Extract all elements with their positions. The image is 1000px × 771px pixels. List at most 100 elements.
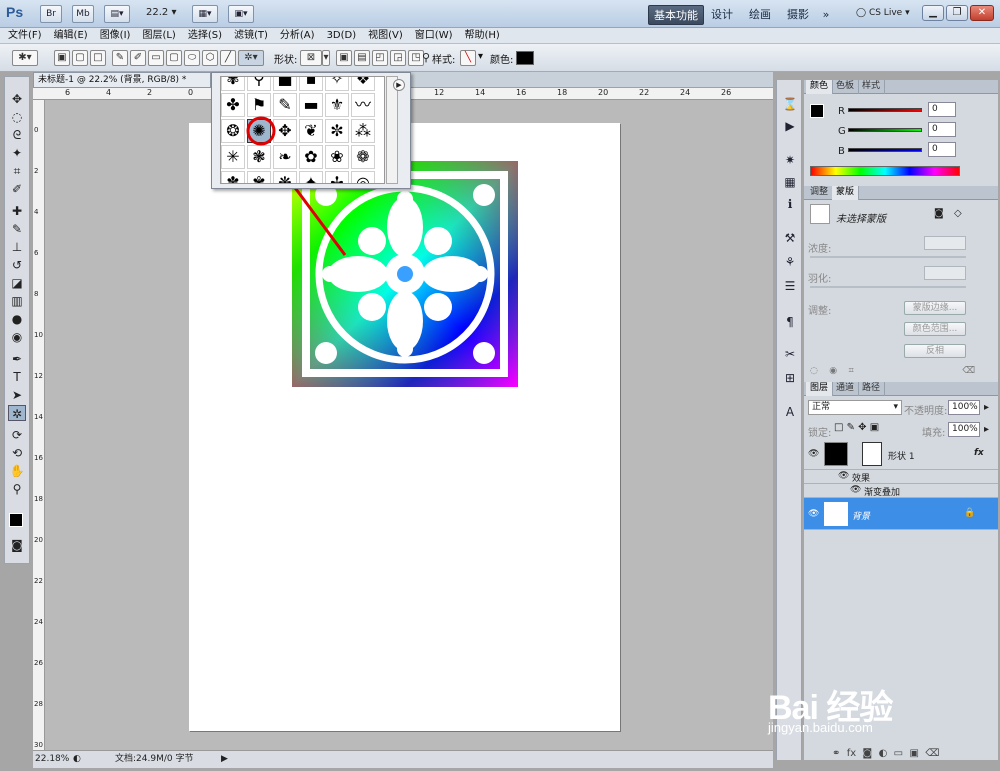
- layer-name[interactable]: 背景: [852, 509, 870, 522]
- gradient-overlay-row[interactable]: 👁 渐变叠加: [804, 484, 998, 498]
- hand-tool-icon[interactable]: ✋: [8, 463, 26, 479]
- vector-mask-icon[interactable]: ◇: [954, 208, 962, 219]
- rectangle-icon[interactable]: ▭: [148, 50, 164, 66]
- actions-icon[interactable]: ▶: [781, 118, 799, 134]
- lasso-tool-icon[interactable]: ᘓ: [8, 127, 26, 143]
- layer-effects-row[interactable]: 👁 效果: [804, 470, 998, 484]
- tool-preset-picker[interactable]: ✱▾: [12, 50, 38, 66]
- polygon-icon[interactable]: ⬡: [202, 50, 218, 66]
- extras-dropdown[interactable]: ▤▾: [104, 5, 130, 23]
- invert-button[interactable]: 反相: [904, 344, 966, 358]
- tab-styles[interactable]: 样式: [858, 80, 886, 94]
- density-input[interactable]: [924, 236, 966, 250]
- menu-analysis[interactable]: 分析(A): [280, 28, 315, 43]
- shape-swatch[interactable]: ■: [273, 77, 297, 91]
- background-thumbnail[interactable]: [824, 502, 848, 526]
- blend-mode-select[interactable]: 正常 ▾: [808, 400, 902, 415]
- menu-select[interactable]: 选择(S): [188, 28, 222, 43]
- tab-masks[interactable]: 蒙版: [832, 186, 860, 200]
- shape-picker-menu-button[interactable]: ▶: [393, 79, 405, 91]
- mini-bridge-button[interactable]: Mb: [72, 5, 94, 23]
- color-swatch[interactable]: [516, 51, 534, 65]
- shape-swatch[interactable]: ✢: [325, 171, 349, 183]
- tab-color[interactable]: 颜色: [806, 80, 834, 94]
- status-menu-arrow[interactable]: ▶: [221, 751, 228, 768]
- navigator-icon[interactable]: ✷: [781, 152, 799, 168]
- quick-mask-icon[interactable]: ◙: [8, 537, 26, 553]
- paths-icon[interactable]: ▢: [72, 50, 88, 66]
- ellipse-icon[interactable]: ⬭: [184, 50, 200, 66]
- color-r-slider[interactable]: [848, 108, 922, 112]
- shape-swatch[interactable]: ✥: [273, 119, 297, 143]
- custom-shape-tool-icon[interactable]: ✲▾: [238, 50, 264, 66]
- effects-eye-icon[interactable]: 👁: [838, 471, 849, 481]
- shape-swatch[interactable]: ✾: [221, 77, 245, 91]
- tab-channels[interactable]: 通道: [832, 382, 860, 396]
- menu-help[interactable]: 帮助(H): [465, 28, 500, 43]
- color-g-input[interactable]: 0: [928, 122, 956, 137]
- canvas-area[interactable]: [45, 100, 773, 750]
- tab-swatches[interactable]: 色板: [832, 80, 860, 94]
- path-selection-tool-icon[interactable]: ➤: [8, 387, 26, 403]
- brush-tool-icon[interactable]: ✎: [8, 221, 26, 237]
- shape-picker-scrollbar[interactable]: [386, 76, 398, 184]
- color-g-slider[interactable]: [848, 128, 922, 132]
- workspace-painting-button[interactable]: 绘画: [746, 5, 774, 25]
- shape-swatch[interactable]: ❃: [247, 145, 271, 169]
- vector-mask-thumbnail[interactable]: [862, 442, 882, 466]
- workspace-photography-button[interactable]: 摄影: [784, 5, 812, 25]
- workspace-more-button[interactable]: »: [818, 5, 834, 25]
- color-b-input[interactable]: 0: [928, 142, 956, 157]
- tool-presets-icon[interactable]: ☰: [781, 278, 799, 294]
- fill-arrow[interactable]: ▸: [984, 424, 989, 435]
- pixel-mask-icon[interactable]: ◙: [934, 208, 944, 219]
- minimize-button[interactable]: ▁: [922, 5, 944, 21]
- tab-paths[interactable]: 路径: [858, 382, 886, 396]
- density-slider[interactable]: [810, 256, 966, 258]
- move-tool-icon[interactable]: ✥: [8, 91, 26, 107]
- color-b-slider[interactable]: [848, 148, 922, 152]
- link-icon[interactable]: ⚲: [422, 51, 430, 64]
- dodge-tool-icon[interactable]: ◉: [8, 329, 26, 345]
- add-to-shape-icon[interactable]: ▤: [354, 50, 370, 66]
- shape-swatch[interactable]: ⚲: [247, 77, 271, 91]
- color-range-button[interactable]: 颜色范围...: [904, 322, 966, 336]
- shape-swatch[interactable]: ✾: [247, 171, 271, 183]
- custom-shape-tool-icon-active[interactable]: ✲: [8, 405, 26, 421]
- menu-file[interactable]: 文件(F): [8, 28, 42, 43]
- status-zoom-icon[interactable]: ◐: [73, 751, 81, 768]
- pen-tool-icon[interactable]: ✒: [8, 351, 26, 367]
- shape-swatch[interactable]: ⚑: [247, 93, 271, 117]
- document-tab[interactable]: 未标题-1 @ 22.2% (背景, RGB/8) *: [33, 72, 211, 88]
- zoom-level-dropdown[interactable]: 22.2 ▾: [146, 7, 176, 18]
- menu-edit[interactable]: 编辑(E): [54, 28, 88, 43]
- fill-input[interactable]: 100%: [948, 422, 980, 437]
- menu-filter[interactable]: 滤镜(T): [234, 28, 268, 43]
- subtract-shape-icon[interactable]: ◰: [372, 50, 388, 66]
- zoom-tool-icon[interactable]: ⚲: [8, 481, 26, 497]
- fx-icon[interactable]: fx: [974, 448, 984, 458]
- opacity-arrow[interactable]: ▸: [984, 402, 989, 413]
- cs-live-button[interactable]: ◯ CS Live ▾: [856, 8, 910, 18]
- eye-icon[interactable]: 👁: [808, 449, 819, 459]
- shape-swatch[interactable]: ◎: [351, 171, 375, 183]
- shape-swatch[interactable]: ❧: [273, 145, 297, 169]
- animation-icon[interactable]: ⊞: [781, 370, 799, 386]
- paragraph-icon[interactable]: ¶: [781, 314, 799, 330]
- style-dropdown-arrow[interactable]: ▾: [478, 51, 483, 62]
- blur-tool-icon[interactable]: ●: [8, 311, 26, 327]
- menu-image[interactable]: 图像(I): [100, 28, 131, 43]
- quick-select-tool-icon[interactable]: ✦: [8, 145, 26, 161]
- character-icon[interactable]: A: [781, 404, 799, 420]
- screen-mode-dropdown[interactable]: ▣▾: [228, 5, 254, 23]
- gradient-tool-icon[interactable]: ▥: [8, 293, 26, 309]
- new-shape-layer-icon[interactable]: ▣: [336, 50, 352, 66]
- arrange-documents-dropdown[interactable]: ▦▾: [192, 5, 218, 23]
- lock-icons[interactable]: □ ✎ ✥ ▣: [834, 422, 879, 433]
- healing-brush-tool-icon[interactable]: ✚: [8, 203, 26, 219]
- histogram-icon[interactable]: ▦: [781, 174, 799, 190]
- shape-swatch[interactable]: ❁: [351, 145, 375, 169]
- shape-swatch[interactable]: ❖: [351, 77, 375, 91]
- 3d-orbit-tool-icon[interactable]: ⟲: [8, 445, 26, 461]
- eye-icon[interactable]: 👁: [808, 509, 819, 519]
